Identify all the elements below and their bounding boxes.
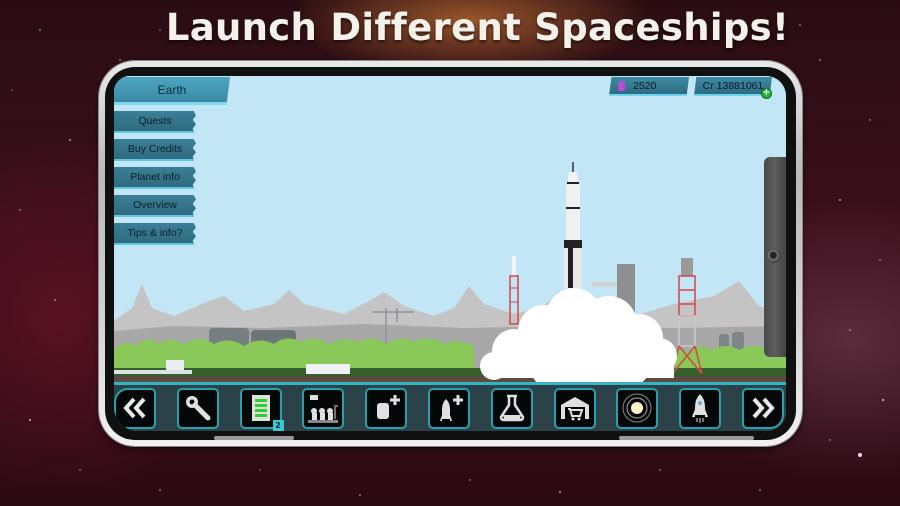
orbit-icon — [622, 393, 652, 423]
missions-badge: 2 — [272, 419, 284, 431]
crew-button[interactable] — [302, 387, 345, 429]
flask-icon — [499, 394, 525, 422]
wrench-icon — [185, 396, 211, 421]
credits-value: Cr 13881061 — [702, 79, 764, 92]
overview-button[interactable]: Overview — [114, 195, 196, 217]
build-button[interactable] — [176, 387, 219, 429]
hangar-shop-button[interactable] — [553, 387, 596, 429]
double-chevron-right-icon — [752, 397, 775, 419]
add-module-button[interactable] — [365, 387, 408, 429]
launch-site-scene[interactable] — [114, 76, 786, 386]
camera-icon — [767, 249, 781, 263]
launch-button[interactable] — [679, 387, 722, 429]
solar-system-button[interactable] — [616, 387, 659, 429]
rocket-plus-icon — [439, 395, 463, 421]
planet-info-button[interactable]: Planet info — [114, 167, 196, 189]
module-plus-icon — [377, 395, 401, 419]
hangar-cart-icon — [560, 397, 589, 421]
missions-button[interactable]: 2 — [239, 387, 284, 431]
promo-headline: Launch Different Spaceships! — [165, 6, 790, 49]
phone-side-button — [214, 436, 294, 440]
phone-frame: Earth Quests Buy Credits Planet info Ove… — [99, 61, 802, 446]
tips-info-button[interactable]: Tips & info? — [114, 223, 196, 245]
side-menu: Quests Buy Credits Planet info Overview … — [114, 111, 196, 251]
planet-tab[interactable]: Earth — [114, 77, 230, 105]
astronauts-icon — [308, 395, 339, 423]
bottom-toolbar: 2 — [114, 382, 786, 431]
game-screen: Earth Quests Buy Credits Planet info Ove… — [114, 76, 786, 431]
double-chevron-left-icon — [123, 397, 146, 419]
gem-icon — [618, 80, 625, 91]
gems-value: 2520 — [633, 79, 657, 92]
gems-counter: 2520 — [609, 77, 689, 96]
buy-credits-button[interactable]: Buy Credits — [114, 139, 196, 161]
scroll-left-button[interactable] — [114, 387, 156, 429]
rocket-launch-icon — [692, 394, 709, 423]
phone-side-button — [674, 436, 754, 440]
quests-button[interactable]: Quests — [114, 111, 196, 133]
scroll-right-button[interactable] — [741, 387, 784, 429]
plus-icon[interactable]: + — [761, 88, 772, 99]
add-rocket-button[interactable] — [427, 387, 470, 429]
research-button[interactable] — [490, 387, 533, 429]
